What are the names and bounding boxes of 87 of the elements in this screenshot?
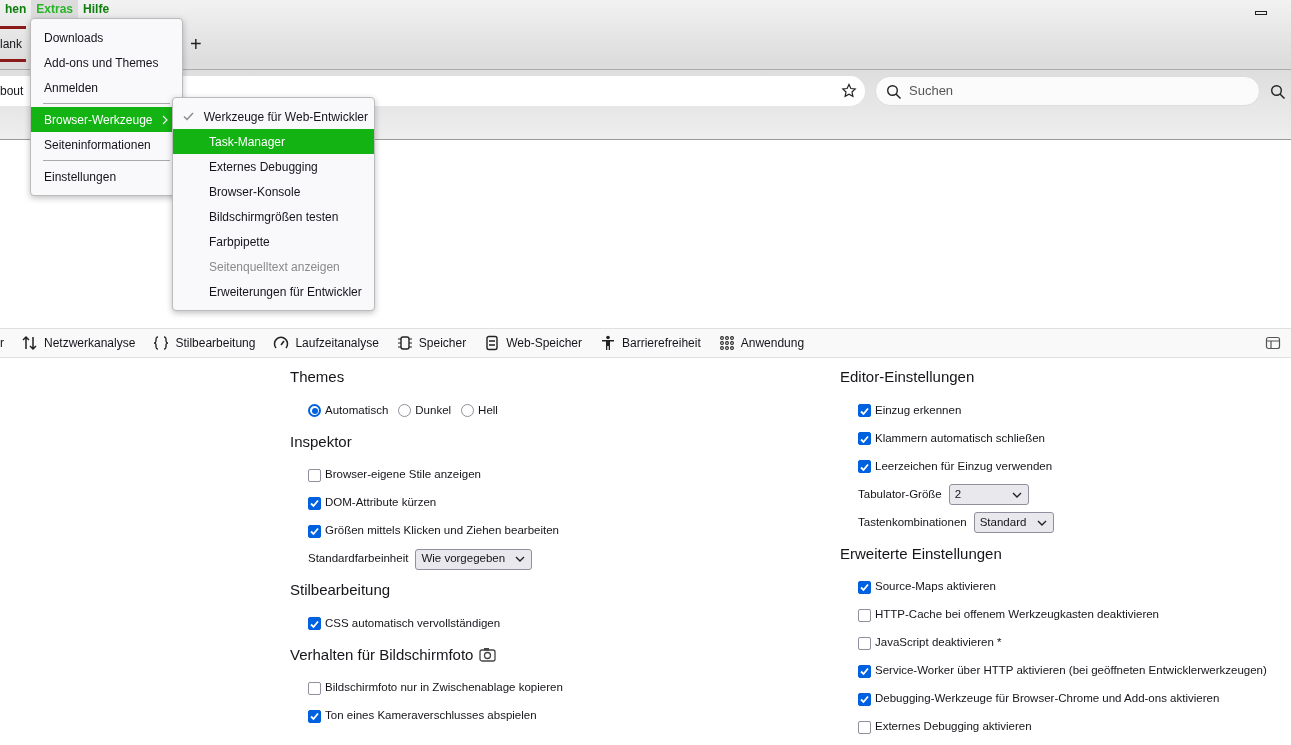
checkbox[interactable] [858,580,871,594]
devtools-tab[interactable]: Web-Speicher [475,334,592,352]
panel-layout-icon [1265,335,1281,351]
checkbox-label: Einzug erkennen [875,402,962,418]
menu-item[interactable]: Downloads [31,25,182,50]
checkbox[interactable] [308,468,321,482]
menu-item[interactable]: Bildschirmgrößen testen [173,204,374,229]
checkbox-label: DOM-Attribute kürzen [325,495,437,511]
person-icon [600,335,617,351]
storage-icon [484,335,501,351]
radio-label: Automatisch [325,402,389,418]
search-icon [1270,83,1285,99]
checkbox-label: Leerzeichen für Einzug verwenden [875,458,1053,474]
checkbox[interactable] [858,460,871,473]
select-label: Tabulator-Größe [858,486,942,502]
section-heading: Erweiterte Einstellungen [840,543,1002,564]
devtools-tab[interactable]: Laufzeitanalyse [264,334,388,352]
menu-bar-item[interactable]: hen [0,0,32,18]
checkbox[interactable] [858,608,871,622]
devtools-tab[interactable]: Stilbearbeitung [144,334,265,352]
devtools-tab[interactable]: Anwendung [709,334,814,352]
dropdown[interactable]: 2 [948,484,1029,505]
checkbox[interactable] [858,404,871,417]
menu-item[interactable]: Erweiterungen für Entwickler [173,279,374,304]
checkbox[interactable] [858,664,871,678]
chevron-down-icon [1011,491,1022,498]
devtools-tab[interactable]: Barrierefreiheit [591,334,710,352]
chevron-down-icon [515,556,526,562]
menu-item[interactable]: Farbpipette [173,229,374,254]
radio-label: Dunkel [415,402,452,418]
radio-label: Hell [478,402,498,418]
browser-tab[interactable]: lank [0,25,26,62]
arrows-icon [22,335,38,351]
minimize-icon [1255,11,1267,15]
checkbox-label: Bildschirmfoto nur in Zwischenablage kopieren [325,680,563,696]
section-heading: Verhalten für Bildschirmfoto [290,644,474,665]
star-icon [841,83,857,99]
checkbox-label: Ton eines Kameraverschlusses abspielen [325,708,537,724]
checkbox[interactable] [858,636,871,650]
menu-item[interactable]: Anmelden [31,75,182,100]
chip-icon [396,335,413,351]
checkbox[interactable] [858,432,871,445]
section-heading: Themes [290,367,345,387]
dropdown[interactable]: Standard [973,512,1054,533]
checkbox-label: Source-Maps aktivieren [875,579,996,595]
section-heading: Stilbearbeitung [290,580,391,600]
search-field[interactable]: Suchen [875,76,1260,106]
radio-button[interactable] [461,404,475,417]
select-label: Tastenkombinationen [858,514,967,530]
dropdown[interactable]: Wie vorgegeben [415,548,533,570]
checkbox[interactable] [308,524,321,538]
search-button[interactable] [1270,83,1285,99]
checkbox-label: CSS automatisch vervollständigen [325,615,501,631]
menu-bar-item[interactable]: Hilfe [78,0,115,18]
checkbox-label: HTTP-Cache bei offenem Werkzeugkasten deaktivieren [875,607,1160,623]
chevron-down-icon [1036,519,1047,526]
grid-icon [718,335,735,351]
checkbox-label: Größen mittels Klicken und Ziehen bearbeiten [325,523,559,539]
devtools-tab[interactable]: Netzwerkanalyse [13,334,145,352]
section-heading: Editor-Einstellungen [840,367,975,387]
checkbox[interactable] [858,692,871,706]
checkbox-label: Klammern automatisch schließen [875,430,1045,446]
braces-icon [153,335,170,351]
search-icon [886,83,901,99]
checkbox[interactable] [858,720,871,734]
url-text: bout [0,83,24,100]
menu-item: Seitenquelltext anzeigen [173,254,374,279]
checkbox-label: Service-Worker über HTTP aktivieren (bei geöffneten Entwicklerwerkzeugen) [875,663,1267,679]
devtools-tab[interactable]: r [0,334,13,352]
checkbox-label: Browser-eigene Stile anzeigen [325,467,481,483]
checkbox-label: JavaScript deaktivieren * [875,635,1002,651]
devtools-tab[interactable]: Speicher [387,334,476,352]
menu-item[interactable]: Add-ons und Themes [31,50,182,75]
checkbox[interactable] [308,681,321,695]
section-heading: Inspektor [290,431,352,452]
checkbox[interactable] [308,709,321,723]
checkbox-label: Externes Debugging aktivieren [875,719,1032,735]
new-tab-button[interactable]: + [186,33,206,54]
radio-button[interactable] [398,404,412,417]
checkbox[interactable] [308,496,321,510]
checkbox[interactable] [308,617,321,630]
camera-icon [479,647,497,663]
radio-button[interactable] [308,404,321,417]
select-label: Standardfarbeinheit [308,551,409,567]
gauge-icon [273,335,290,351]
check-icon [182,112,194,121]
checkbox-label: Debugging-Werkzeuge für Browser-Chrome und Add-ons aktivieren [875,691,1220,707]
